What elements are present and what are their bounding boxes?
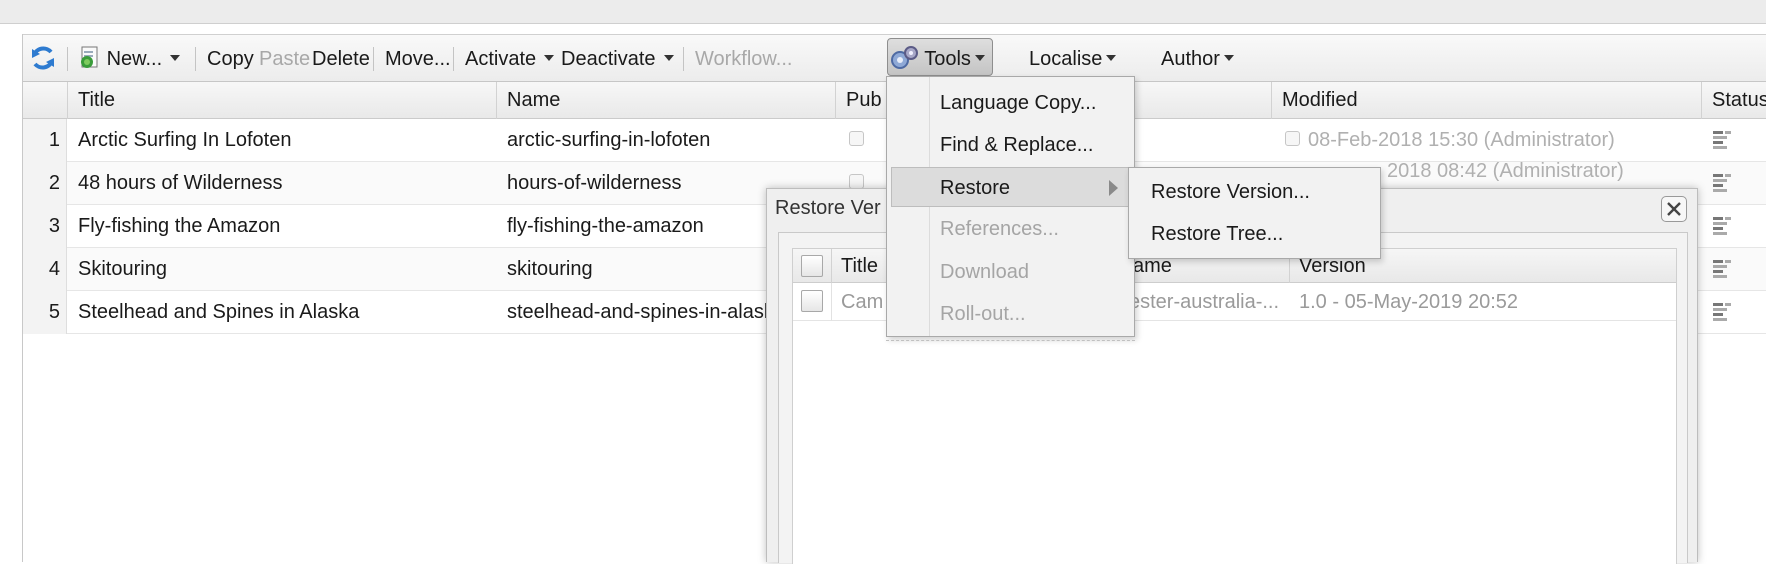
localise-label: Localise: [1029, 48, 1103, 70]
row-title: Fly-fishing the Amazon: [78, 215, 281, 237]
menu-item-restore-version[interactable]: Restore Version...: [1097, 172, 1348, 212]
row-title: Steelhead and Spines in Alaska: [78, 301, 360, 323]
status-icon: [1713, 217, 1731, 235]
row-name: arctic-surfing-in-lofoten: [507, 129, 711, 151]
checkbox-icon: [1285, 131, 1300, 147]
status-icon: [1713, 303, 1731, 321]
row-number: 1: [23, 119, 67, 162]
workflow-button[interactable]: Workflow...: [695, 45, 792, 73]
column-divider: [831, 249, 832, 283]
toolbar-separator: [195, 47, 196, 71]
activate-label: Activate: [465, 48, 537, 70]
chevron-down-icon: [974, 54, 985, 61]
activate-button[interactable]: Activate: [465, 45, 555, 73]
checkbox-icon: [849, 174, 864, 190]
menu-item-restore-label: Restore: [940, 177, 1011, 199]
row-modified-text: 08-Feb-2018 15:30 (Administrator): [1308, 129, 1615, 151]
column-divider: [831, 283, 832, 321]
chevron-down-icon: [1223, 54, 1234, 61]
version-row-version: 1.0 - 05-May-2019 20:52: [1299, 291, 1519, 313]
toolbar-separator: [453, 47, 454, 71]
version-row-name: ester-australia-...: [1129, 291, 1280, 313]
deactivate-button[interactable]: Deactivate: [561, 45, 674, 73]
new-label: New...: [106, 48, 163, 70]
row-modified: 2018 08:42 (Administrator): [1387, 160, 1624, 182]
toolbar: New... Copy Paste Delete Move... Activat…: [23, 34, 1766, 82]
menu-shadow-edge: [886, 340, 1135, 341]
refresh-button[interactable]: [29, 43, 57, 71]
chevron-down-icon: [170, 54, 181, 61]
tools-button-content[interactable]: Tools: [889, 45, 985, 73]
chevron-down-icon: [1106, 54, 1117, 61]
toolbar-separator: [683, 47, 684, 71]
copy-button[interactable]: Copy: [207, 45, 254, 73]
tools-label: Tools: [924, 48, 971, 70]
dialog-close-button[interactable]: [1661, 196, 1687, 222]
version-row-checkbox[interactable]: [801, 290, 823, 312]
new-button[interactable]: New...: [79, 45, 181, 73]
menu-item-find-replace[interactable]: Find & Replace...: [887, 125, 1134, 165]
column-header-title[interactable]: Title: [67, 82, 496, 119]
restore-submenu: Restore Version... Restore Tree...: [1128, 167, 1381, 259]
status-icon: [1713, 174, 1731, 192]
toolbar-separator: [67, 47, 68, 71]
window-top-strip: [0, 0, 1766, 24]
menu-item-roll-out[interactable]: Roll-out...: [887, 294, 1134, 334]
tools-gear-icon: [891, 45, 918, 69]
row-number: 4: [23, 248, 67, 291]
row-title: Arctic Surfing In Lofoten: [78, 129, 292, 151]
select-all-checkbox[interactable]: [801, 255, 823, 277]
column-header-number: [23, 82, 67, 119]
dialog-title: Restore Ver: [775, 197, 881, 219]
status-icon: [1713, 131, 1731, 149]
row-number: 3: [23, 205, 67, 248]
chevron-down-icon: [663, 54, 674, 61]
new-page-icon: [81, 46, 98, 68]
row-number: 2: [23, 162, 67, 205]
row-number: 5: [23, 291, 67, 334]
row-title: Skitouring: [78, 258, 167, 280]
author-label: Author: [1161, 48, 1220, 70]
menu-item-download[interactable]: Download: [887, 252, 1134, 292]
column-header-name[interactable]: Name: [496, 82, 835, 119]
checkbox-icon: [849, 131, 864, 147]
author-button[interactable]: Author: [1161, 45, 1234, 73]
localise-button[interactable]: Localise: [1029, 45, 1117, 73]
deactivate-label: Deactivate: [561, 48, 656, 70]
menu-item-restore[interactable]: Restore: [891, 167, 1130, 207]
row-title: 48 hours of Wilderness: [78, 172, 283, 194]
menu-item-language-copy[interactable]: Language Copy...: [887, 83, 1134, 123]
column-header-status[interactable]: Status: [1701, 82, 1766, 119]
status-icon: [1713, 260, 1731, 278]
chevron-down-icon: [544, 54, 555, 61]
move-button[interactable]: Move...: [385, 45, 451, 73]
delete-button[interactable]: Delete: [312, 45, 370, 73]
menu-item-restore-tree[interactable]: Restore Tree...: [1097, 214, 1348, 254]
close-icon: [1667, 202, 1681, 216]
toolbar-separator: [373, 47, 374, 71]
paste-button[interactable]: Paste: [259, 45, 310, 73]
versions-column-title[interactable]: Title: [841, 249, 878, 283]
column-header-modified[interactable]: Modified: [1271, 82, 1701, 119]
refresh-icon: [32, 46, 54, 70]
version-row-title: Cam: [841, 291, 884, 313]
